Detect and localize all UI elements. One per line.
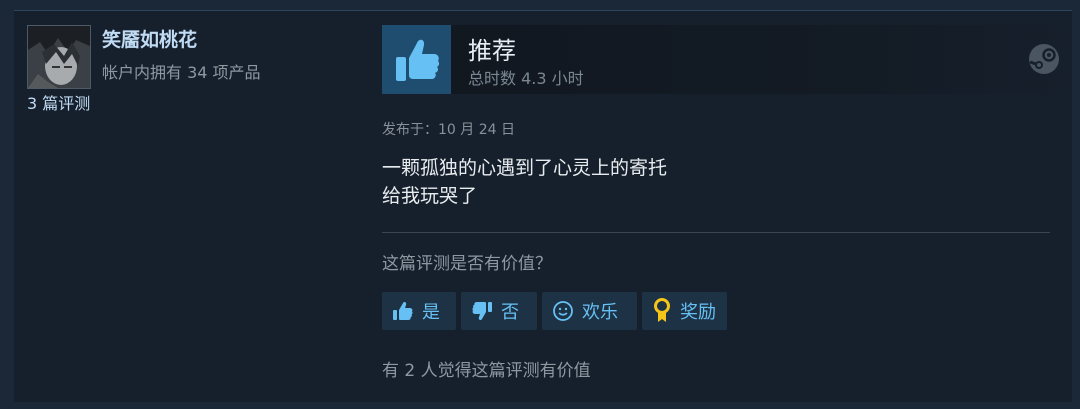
thumbs-down-icon (471, 300, 493, 322)
review-count[interactable]: 3 篇评测 (27, 90, 90, 114)
vote-no-label: 否 (501, 302, 519, 323)
review-content-line: 给我玩哭了 (382, 185, 478, 207)
vote-header: 推荐 总时数 4.3 小时 (382, 25, 1068, 94)
divider (382, 232, 1050, 233)
award-label: 奖励 (680, 302, 716, 323)
thumbs-up-icon (395, 39, 439, 81)
verdict-title[interactable]: 推荐 (468, 31, 516, 66)
review-card: 笑靥如桃花 帐户内拥有 34 项产品 3 篇评测 推荐 总时数 4.3 小时 发… (14, 10, 1072, 402)
vote-funny-button[interactable]: 欢乐 (542, 292, 637, 330)
vote-yes-button[interactable]: 是 (382, 292, 456, 330)
author-name[interactable]: 笑靥如桃花 (102, 25, 197, 52)
steam-logo-icon (1029, 44, 1059, 74)
vote-yes-label: 是 (422, 302, 440, 323)
avatar[interactable] (27, 25, 91, 89)
award-button[interactable]: 奖励 (642, 292, 727, 330)
helpful-question: 这篇评测是否有价值？ (382, 254, 552, 274)
review-content: 一颗孤独的心遇到了心灵上的寄托 给我玩哭了 (382, 154, 667, 210)
play-hours: 总时数 4.3 小时 (468, 69, 584, 88)
review-content-line: 一颗孤独的心遇到了心灵上的寄托 (382, 157, 668, 179)
avatar-image (28, 26, 90, 88)
posted-date: 发布于：10 月 24 日 (382, 122, 515, 138)
products-owned[interactable]: 帐户内拥有 34 项产品 (102, 59, 261, 83)
vote-no-button[interactable]: 否 (461, 292, 537, 330)
helpful-summary: 有 2 人觉得这篇评测有价值 (382, 361, 591, 381)
smiley-icon (552, 300, 574, 322)
thumbs-up-icon (392, 300, 414, 322)
verdict-thumb (382, 25, 451, 94)
award-ribbon-icon (652, 298, 672, 324)
vote-funny-label: 欢乐 (582, 302, 618, 323)
